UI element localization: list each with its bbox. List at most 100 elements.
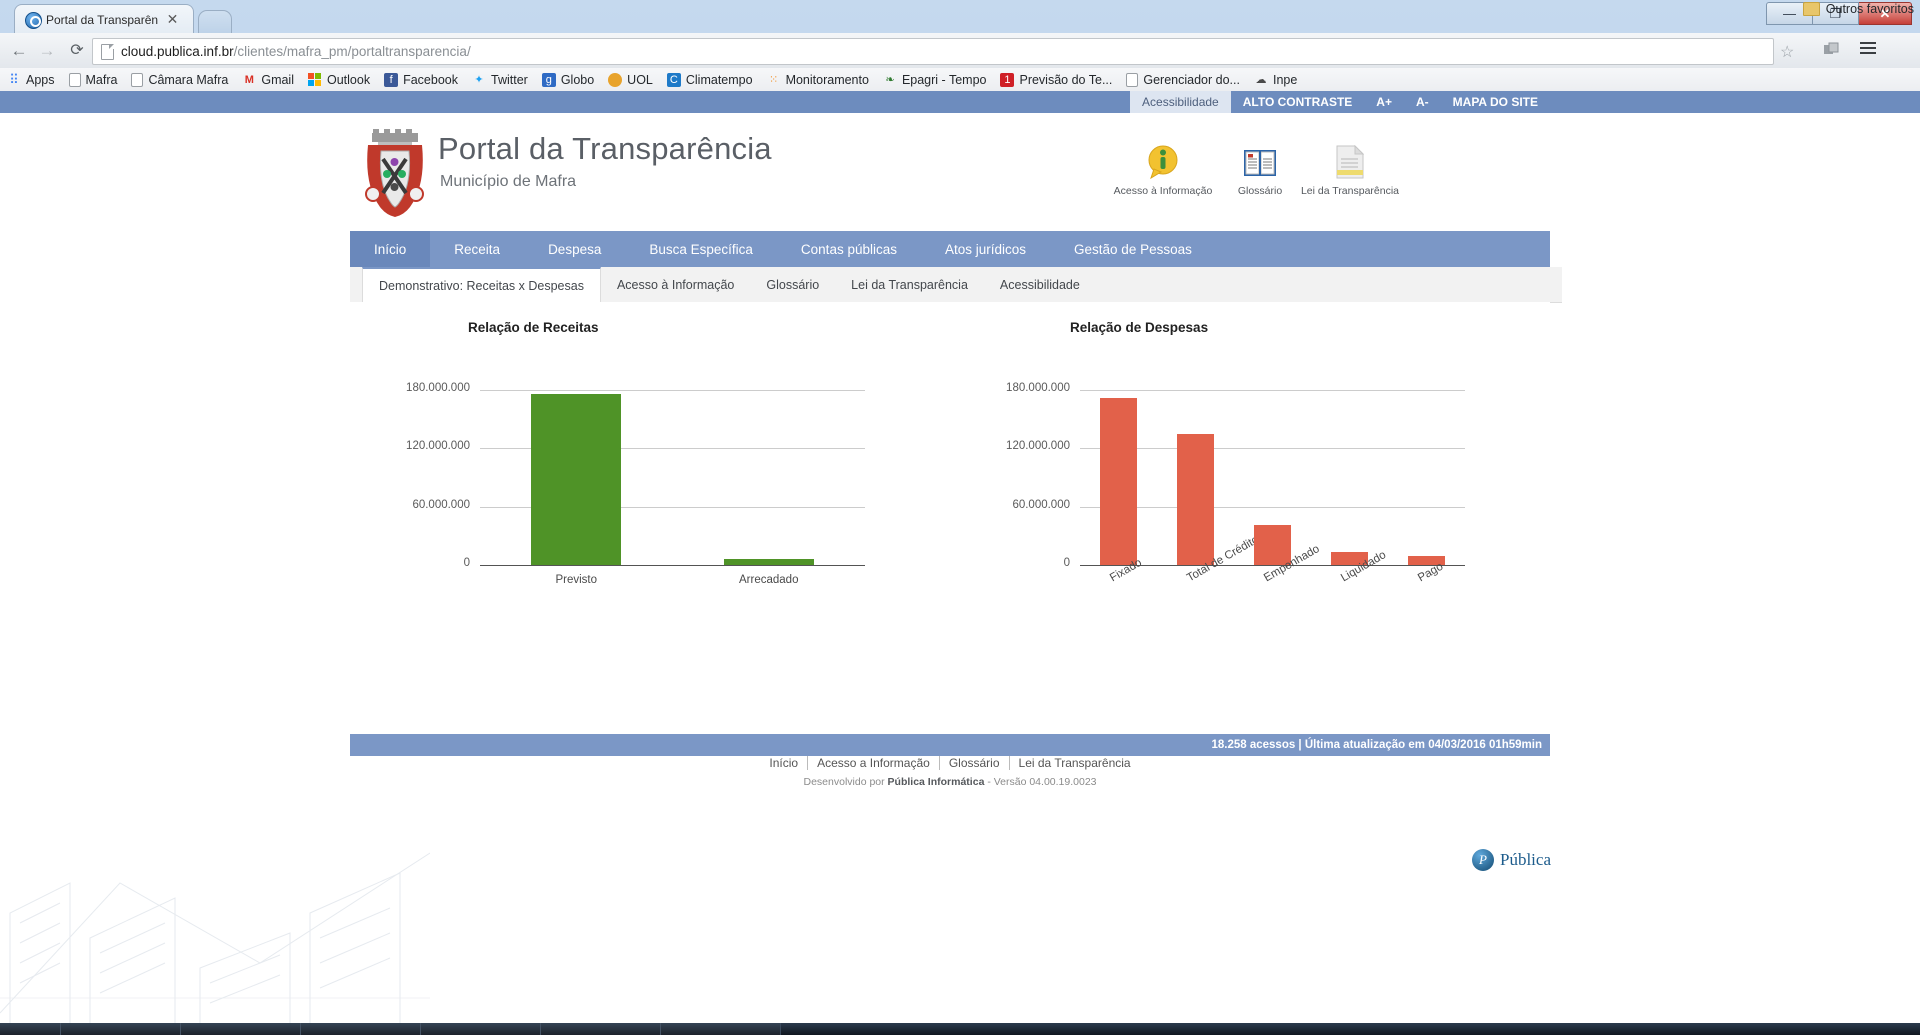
quick-link-acesso-informacao[interactable]: Acesso à Informação — [1108, 133, 1218, 197]
bookmark-label: Apps — [26, 72, 55, 87]
tab-acesso-informa-o[interactable]: Acesso à Informação — [601, 267, 750, 302]
bookmark-page-icon[interactable]: Gerenciador do... — [1119, 70, 1247, 90]
reload-icon[interactable]: ⟳ — [66, 40, 88, 62]
gmail-icon: M — [244, 73, 254, 86]
accessibility-item[interactable]: ALTO CONTRASTE — [1231, 91, 1365, 113]
y-axis-tick-label: 60.000.000 — [412, 498, 470, 511]
footer-version: Desenvolvido por Pública Informática - V… — [350, 776, 1550, 788]
bookmark-label: Monitoramento — [785, 72, 869, 87]
tab-title: Portal da Transparên — [46, 13, 158, 27]
accessibility-item[interactable]: A- — [1404, 91, 1441, 113]
windows-taskbar[interactable] — [0, 1023, 1920, 1035]
uol-icon — [608, 72, 623, 87]
browser-tab[interactable]: Portal da Transparên ✕ — [14, 4, 194, 34]
blueprint-background-illustration — [0, 852, 430, 1023]
bookmark-label: Twitter — [491, 72, 528, 87]
version-text: - Versão 04.00.19.0023 — [984, 776, 1097, 788]
new-tab-button[interactable] — [198, 10, 232, 34]
page-icon — [131, 72, 144, 87]
nav-item-in-cio[interactable]: Início — [350, 231, 431, 267]
bookmark-label: Epagri - Tempo — [901, 72, 987, 87]
y-axis-tick-label: 0 — [1063, 557, 1070, 569]
status-bar: 18.258 acessos | Última atualização em 0… — [350, 734, 1550, 756]
site-container: Portal da Transparência Município de Maf… — [350, 113, 1562, 756]
chrome-menu-icon[interactable] — [1860, 42, 1876, 58]
dashboard-content: Relação de Receitas 0 60.000.000 120.000.0… — [350, 302, 1550, 734]
bookmark-outlook-icon[interactable]: Outlook — [301, 70, 377, 90]
accessibility-item[interactable]: A+ — [1364, 91, 1404, 113]
bookmark-previsao-icon[interactable]: 1 Previsão do Te... — [993, 70, 1119, 90]
bookmark-epagri-icon[interactable]: ❧ Epagri - Tempo — [876, 70, 994, 90]
bookmark-label: Previsão do Te... — [1019, 72, 1113, 87]
bookmark-page-icon[interactable]: Mafra — [62, 70, 125, 90]
epagri-icon: ❧ — [885, 73, 895, 86]
content-tabs: Demonstrativo: Receitas x Despesas Acesso… — [350, 267, 1562, 303]
accessibility-item[interactable]: MAPA DO SITE — [1441, 91, 1550, 113]
page-info-icon — [101, 44, 114, 60]
address-bar[interactable]: cloud.publica.inf.br/clientes/mafra_pm/p… — [92, 38, 1774, 65]
bookmark-gmail-icon[interactable]: M Gmail — [235, 70, 301, 90]
x-axis-tick-label: Arrecadado — [739, 574, 799, 586]
footer-link[interactable]: Lei da Transparência — [1010, 756, 1140, 770]
tab-acessibilidade[interactable]: Acessibilidade — [984, 267, 1096, 302]
browser-toolbar: ← → ⟳ cloud.publica.inf.br/clientes/mafr… — [0, 33, 1920, 69]
nav-item-gest-o-de-pessoas[interactable]: Gestão de Pessoas — [1050, 231, 1216, 267]
other-bookmarks-button[interactable]: Outros favoritos — [1802, 2, 1914, 16]
bookmark-uol-icon[interactable]: UOL — [601, 70, 660, 90]
bookmark-label: Gmail — [261, 72, 294, 87]
bar[interactable] — [1177, 434, 1214, 565]
bookmark-climatempo-icon[interactable]: C Climatempo — [660, 70, 760, 90]
bookmark-inpe-icon[interactable]: ☁ Inpe — [1247, 70, 1304, 90]
globo-icon: g — [541, 72, 556, 87]
bookmark-apps-grid-icon[interactable]: ⠿ Apps — [0, 70, 62, 90]
quick-link-label: Acesso à Informação — [1113, 185, 1213, 197]
y-axis-tick-label: 180.000.000 — [406, 381, 470, 394]
site-header: Portal da Transparência Município de Maf… — [350, 113, 1550, 231]
folder-icon — [1802, 2, 1820, 16]
chart-title: Relação de Despesas — [1070, 320, 1209, 335]
forward-icon[interactable]: → — [36, 40, 58, 62]
gridline — [1080, 506, 1465, 508]
plot-area-receitas: 0 60.000.000 120.000.000 180.000.000 Previst… — [406, 370, 865, 586]
quick-link-lei-transparencia[interactable]: Lei da Transparência — [1295, 133, 1405, 197]
inpe-icon: ☁ — [1255, 73, 1267, 86]
page-title: Portal da Transparência — [438, 131, 772, 166]
coat-of-arms-icon — [365, 129, 424, 217]
footer-link[interactable]: Glossário — [939, 756, 1010, 770]
climatempo-icon: C — [666, 72, 681, 87]
footer-link[interactable]: Início — [760, 756, 809, 770]
nav-item-receita[interactable]: Receita — [430, 231, 524, 267]
nav-item-contas-p-blicas[interactable]: Contas públicas — [777, 231, 921, 267]
bar[interactable] — [531, 394, 622, 565]
bookmark-label: Mafra — [85, 72, 118, 87]
bar[interactable] — [723, 559, 814, 565]
chart-despesas: Relação de Despesas 0 60.000.000 120.000.0… — [950, 302, 1550, 702]
publica-mark-icon: P — [1472, 849, 1494, 871]
bookmark-facebook-icon[interactable]: f Facebook — [377, 70, 465, 90]
nav-item-atos-jur-dicos[interactable]: Atos jurídicos — [921, 231, 1050, 267]
tab-lei-da-transpar-ncia[interactable]: Lei da Transparência — [835, 267, 984, 302]
tab-demonstrativo-receitas-x-despesas[interactable]: Demonstrativo: Receitas x Despesas — [362, 267, 601, 303]
close-tab-icon[interactable]: ✕ — [165, 12, 180, 27]
bookmark-label: Câmara Mafra — [148, 72, 229, 87]
apps-grid-icon: ⠿ — [9, 71, 19, 87]
nav-item-despesa[interactable]: Despesa — [524, 231, 625, 267]
bookmark-label: Climatempo — [685, 72, 753, 87]
bookmark-page-icon[interactable]: Câmara Mafra — [124, 70, 235, 90]
browser-window: Portal da Transparên ✕ — ❐ ✕ ← → ⟳ cloud… — [0, 0, 1920, 1023]
accessibility-item[interactable]: Acessibilidade — [1130, 91, 1231, 113]
bookmark-twitter-icon[interactable]: ✦ Twitter — [465, 70, 535, 90]
bookmark-globo-icon[interactable]: g Globo — [535, 70, 601, 90]
publica-logo: P Pública — [1472, 849, 1551, 871]
gridline — [1080, 448, 1465, 449]
footer-link[interactable]: Acesso a Informação — [808, 756, 940, 770]
nav-item-busca-espec-fica[interactable]: Busca Específica — [625, 231, 777, 267]
extension-icon[interactable] — [1823, 42, 1840, 58]
bookmark-star-icon[interactable]: ☆ — [1780, 42, 1794, 62]
back-icon[interactable]: ← — [8, 40, 30, 62]
x-axis-tick-label: Previsto — [555, 574, 598, 586]
developed-prefix: Desenvolvido por — [803, 776, 888, 788]
bar[interactable] — [1100, 398, 1137, 565]
tab-gloss-rio[interactable]: Glossário — [750, 267, 835, 302]
bookmark-monitoramento-icon[interactable]: ⁙ Monitoramento — [760, 70, 876, 90]
